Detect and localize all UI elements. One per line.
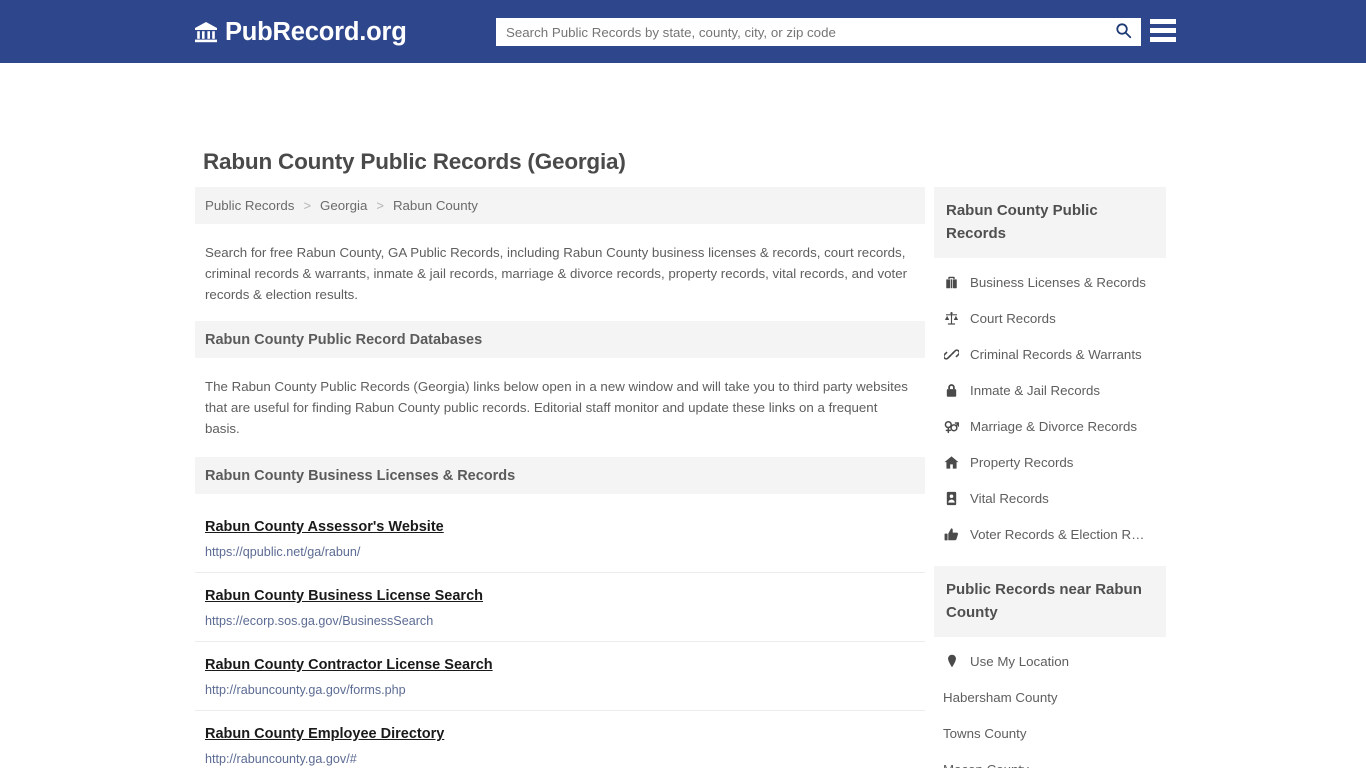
- home-icon: [943, 454, 960, 471]
- sidebar-item-court-records[interactable]: Court Records: [934, 300, 1166, 336]
- menu-bar-1: [1150, 19, 1176, 24]
- list-item: Rabun County Contractor License Search h…: [195, 642, 925, 711]
- sidebar: Rabun County Public Records Business Lic…: [934, 187, 1166, 768]
- menu-bar-2: [1150, 28, 1176, 33]
- search-input[interactable]: [497, 19, 1106, 45]
- hamburger-menu-icon[interactable]: [1150, 19, 1176, 42]
- intro-paragraph: Search for free Rabun County, GA Public …: [205, 245, 908, 302]
- sidebar-records-panel: Rabun County Public Records Business Lic…: [934, 187, 1166, 552]
- brand-name: PubRecord.org: [225, 18, 407, 46]
- main-content: Public Records > Georgia > Rabun County …: [195, 187, 925, 768]
- sidebar-item-voter-records[interactable]: Voter Records & Election R…: [934, 516, 1166, 552]
- briefcase-icon: [943, 274, 960, 291]
- link-url-employee-directory[interactable]: http://rabuncounty.ga.gov/#: [205, 751, 915, 767]
- venus-mars-icon: [943, 418, 960, 435]
- sidebar-item-inmate-jail-records[interactable]: Inmate & Jail Records: [934, 372, 1166, 408]
- link-title-contractor-license-search[interactable]: Rabun County Contractor License Search: [205, 655, 493, 675]
- site-logo-link[interactable]: PubRecord.org: [194, 19, 407, 45]
- site-header: PubRecord.org: [0, 0, 1366, 63]
- menu-bar-3: [1150, 37, 1176, 42]
- thumbs-up-icon: [943, 526, 960, 543]
- link-title-business-license-search[interactable]: Rabun County Business License Search: [205, 586, 483, 606]
- map-pin-icon: [943, 653, 960, 670]
- sidebar-item-label: Voter Records & Election R…: [970, 526, 1145, 542]
- breadcrumb-item-rabun-county[interactable]: Rabun County: [393, 198, 478, 213]
- breadcrumb-item-georgia[interactable]: Georgia: [320, 198, 367, 213]
- sidebar-item-label: Business Licenses & Records: [970, 274, 1146, 290]
- sidebar-nearby-heading: Public Records near Rabun County: [934, 566, 1166, 637]
- sidebar-item-label: Property Records: [970, 454, 1074, 470]
- business-links-list: Rabun County Assessor's Website https://…: [195, 504, 925, 768]
- sidebar-nearby-panel: Public Records near Rabun County Use My …: [934, 566, 1166, 768]
- link-title-assessors-website[interactable]: Rabun County Assessor's Website: [205, 517, 444, 537]
- sidebar-item-label: Criminal Records & Warrants: [970, 346, 1142, 362]
- breadcrumb-separator: >: [303, 198, 312, 213]
- sidebar-item-label: Inmate & Jail Records: [970, 382, 1101, 398]
- sidebar-records-heading: Rabun County Public Records: [934, 187, 1166, 258]
- breadcrumb: Public Records > Georgia > Rabun County: [195, 187, 925, 224]
- sidebar-item-label: Macon County: [943, 762, 1029, 768]
- search-bar: [496, 18, 1141, 46]
- sidebar-item-marriage-divorce-records[interactable]: Marriage & Divorce Records: [934, 408, 1166, 444]
- databases-section-heading: Rabun County Public Record Databases: [195, 321, 925, 358]
- sidebar-item-property-records[interactable]: Property Records: [934, 444, 1166, 480]
- list-item: Rabun County Employee Directory http://r…: [195, 711, 925, 768]
- lock-icon: [943, 382, 960, 399]
- bank-building-icon: [194, 20, 218, 44]
- sidebar-item-label: Use My Location: [970, 653, 1070, 669]
- sidebar-item-criminal-records[interactable]: Criminal Records & Warrants: [934, 336, 1166, 372]
- search-submit-button[interactable]: [1106, 19, 1140, 45]
- sidebar-item-habersham-county[interactable]: Habersham County: [934, 679, 1166, 715]
- sidebar-records-list: Business Licenses & Records Court Record…: [934, 258, 1166, 552]
- breadcrumb-item-public-records[interactable]: Public Records: [205, 198, 294, 213]
- scales-balance-icon: [943, 310, 960, 327]
- business-section-heading: Rabun County Business Licenses & Records: [195, 457, 925, 494]
- breadcrumb-separator: >: [376, 198, 384, 213]
- link-title-employee-directory[interactable]: Rabun County Employee Directory: [205, 724, 444, 744]
- list-item: Rabun County Business License Search htt…: [195, 573, 925, 642]
- handcuffs-icon: [943, 346, 960, 363]
- id-badge-icon: [943, 490, 960, 507]
- sidebar-item-label: Habersham County: [943, 689, 1058, 705]
- link-url-business-license-search[interactable]: https://ecorp.sos.ga.gov/BusinessSearch: [205, 613, 915, 629]
- list-item: Rabun County Assessor's Website https://…: [195, 504, 925, 573]
- search-icon: [1115, 22, 1132, 42]
- page-title: Rabun County Public Records (Georgia): [203, 149, 626, 174]
- sidebar-item-label: Vital Records: [970, 490, 1049, 506]
- sidebar-item-towns-county[interactable]: Towns County: [934, 715, 1166, 751]
- sidebar-nearby-list: Use My Location Habersham County Towns C…: [934, 637, 1166, 768]
- sidebar-item-business-licenses[interactable]: Business Licenses & Records: [934, 264, 1166, 300]
- sidebar-item-label: Marriage & Divorce Records: [970, 418, 1138, 434]
- link-url-assessors-website[interactable]: https://qpublic.net/ga/rabun/: [205, 544, 915, 560]
- sidebar-item-label: Towns County: [943, 725, 1027, 741]
- sidebar-item-use-my-location[interactable]: Use My Location: [934, 643, 1166, 679]
- sidebar-item-label: Court Records: [970, 310, 1056, 326]
- databases-section-body: The Rabun County Public Records (Georgia…: [205, 379, 908, 436]
- link-url-contractor-license-search[interactable]: http://rabuncounty.ga.gov/forms.php: [205, 682, 915, 698]
- sidebar-item-vital-records[interactable]: Vital Records: [934, 480, 1166, 516]
- sidebar-item-macon-county[interactable]: Macon County: [934, 751, 1166, 768]
